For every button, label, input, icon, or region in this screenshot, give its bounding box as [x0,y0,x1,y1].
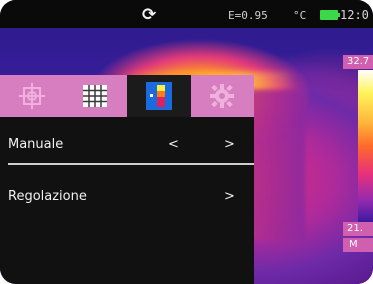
menu-row-adjust[interactable]: Regolazione > [0,173,254,219]
color-scale-bar [358,70,373,222]
menu-row-label: Regolazione [8,188,87,204]
tab-crosshair[interactable] [0,75,64,117]
menu-row-mode[interactable]: Manuale < > [0,121,254,167]
chevron-right-icon[interactable]: > [224,137,235,152]
temperature-unit: °C [293,9,307,22]
divider [8,163,254,165]
grid-icon [83,85,108,107]
tab-palette[interactable] [127,75,191,117]
rotate-icon[interactable]: ⟳ [142,5,156,25]
status-bar: ⟳ E=0.95 °C 12:0 [0,0,373,28]
scale-max-label: 32.7 [343,55,373,69]
thermal-display: ⟳ E=0.95 °C 12:0 32.7 21. M Manuale < > … [0,0,373,284]
clock: 12:0 [340,8,369,22]
menu-tab-bar [0,75,254,117]
gear-icon [210,84,235,108]
chevron-right-icon[interactable]: > [224,189,235,204]
emissivity-readout: E=0.95 [228,9,268,22]
chevron-left-icon[interactable]: < [168,137,179,152]
crosshair-icon [18,83,45,109]
menu-panel: Manuale < > Regolazione > [0,117,254,284]
menu-row-label: Manuale [8,136,64,152]
battery-icon [320,10,340,20]
tab-grid[interactable] [64,75,128,117]
tab-settings[interactable] [191,75,255,117]
scale-min-label: 21. [343,222,373,236]
palette-icon [145,82,172,110]
scale-mode-label: M [343,238,373,252]
